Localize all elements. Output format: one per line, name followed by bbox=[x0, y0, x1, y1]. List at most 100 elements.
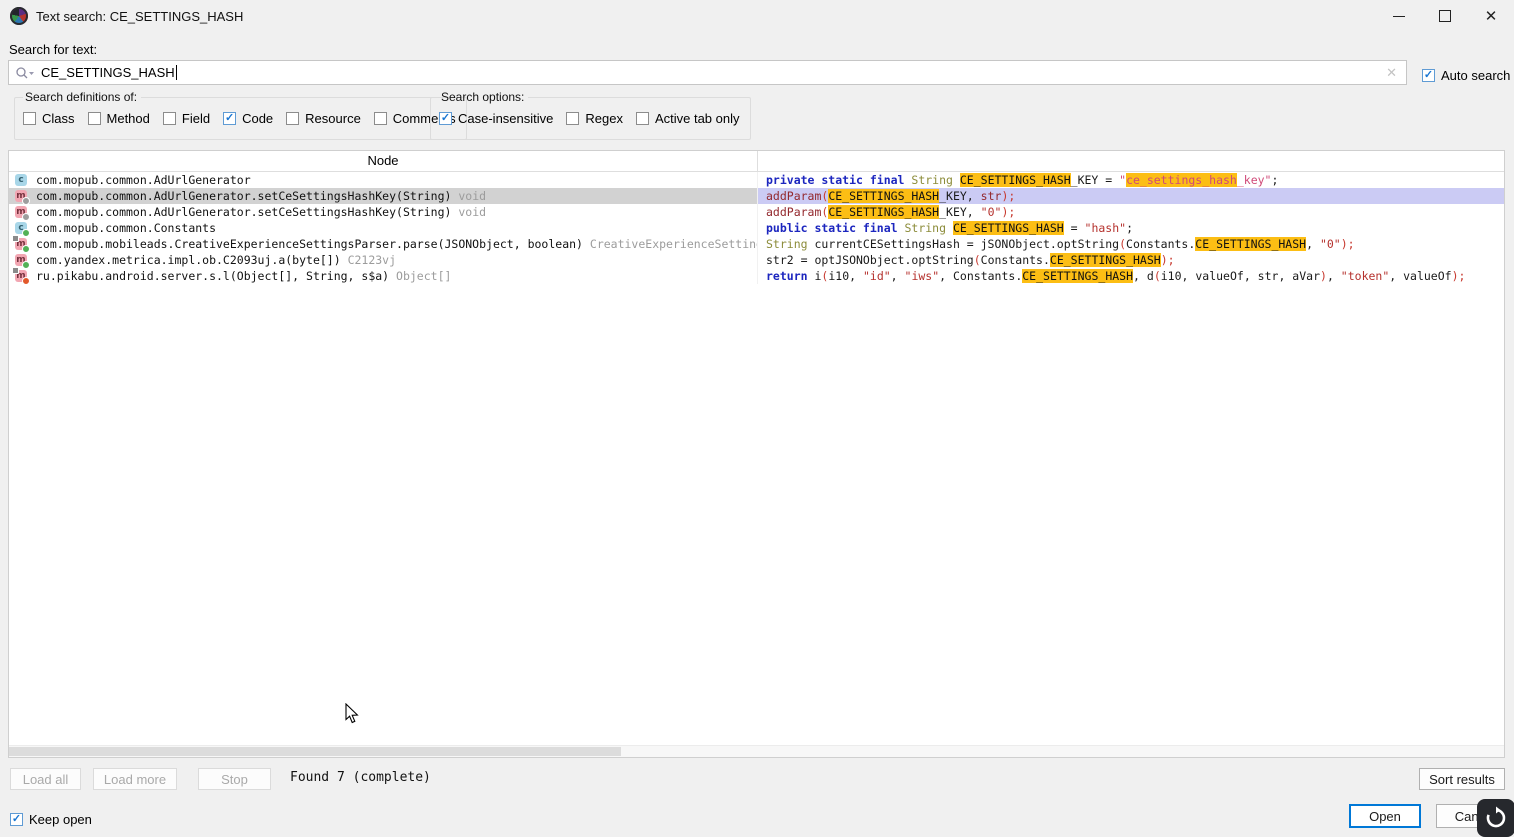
close-button[interactable]: ✕ bbox=[1468, 0, 1514, 32]
class-icon: c bbox=[15, 174, 27, 186]
code-token-pl: _KEY, bbox=[939, 189, 981, 203]
search-value: CE_SETTINGS_HASH bbox=[41, 65, 175, 80]
modifier-mark-icon bbox=[12, 268, 19, 274]
result-row[interactable]: ccom.mopub.common.Constantspublic static… bbox=[9, 220, 1504, 236]
code-token-pl: str2 = optJSONObject.optString bbox=[766, 253, 974, 267]
keep-open-checkbox-slot: ✓Keep open bbox=[10, 809, 92, 827]
checkbox-resource[interactable]: Resource bbox=[286, 111, 361, 126]
checkbox-label-method: Method bbox=[107, 111, 150, 126]
class-icon: c bbox=[15, 222, 27, 234]
code-token-meth: addParam bbox=[766, 189, 821, 203]
result-row[interactable]: mcom.mopub.mobileads.CreativeExperienceS… bbox=[9, 236, 1504, 252]
mouse-cursor bbox=[345, 703, 359, 729]
stop-button[interactable]: Stop bbox=[198, 768, 271, 790]
method-icon: m bbox=[15, 190, 27, 202]
node-cell[interactable]: mru.pikabu.android.server.s.l(Object[], … bbox=[9, 268, 758, 284]
checkbox-label-case-insensitive: Case-insensitive bbox=[458, 111, 553, 126]
code-cell[interactable]: addParam(CE_SETTINGS_HASH_KEY, str); bbox=[758, 188, 1504, 204]
code-token-meth: str bbox=[981, 189, 1002, 203]
node-cell[interactable]: mcom.mopub.common.AdUrlGenerator.setCeSe… bbox=[9, 204, 758, 220]
checkbox-active-tab-only[interactable]: Active tab only bbox=[636, 111, 740, 126]
checkbox-label-resource: Resource bbox=[305, 111, 361, 126]
checkbox-keep-open[interactable]: ✓Keep open bbox=[10, 812, 92, 827]
code-token-pl: , bbox=[1327, 269, 1341, 283]
code-token-pl: ; bbox=[1271, 173, 1278, 187]
window-title: Text search: CE_SETTINGS_HASH bbox=[36, 9, 243, 24]
sort-results-button[interactable]: Sort results bbox=[1419, 768, 1505, 790]
search-icon[interactable] bbox=[15, 66, 35, 80]
code-column-header[interactable] bbox=[758, 151, 1504, 171]
checkbox-auto-search[interactable]: ✓ Auto search bbox=[1422, 68, 1510, 83]
node-cell[interactable]: mcom.yandex.metrica.impl.ob.C2093uj.a(by… bbox=[9, 252, 758, 268]
method-icon: m bbox=[15, 206, 27, 218]
node-return-type: void bbox=[451, 189, 486, 203]
code-token-typ: String bbox=[911, 173, 959, 187]
code-token-pun: ( bbox=[974, 253, 981, 267]
node-cell[interactable]: mcom.mopub.mobileads.CreativeExperienceS… bbox=[9, 236, 758, 252]
code-token-pun: ); bbox=[1452, 269, 1466, 283]
checkbox-label-class: Class bbox=[42, 111, 75, 126]
node-cell[interactable]: ccom.mopub.common.AdUrlGenerator bbox=[9, 172, 758, 188]
code-token-pun: ); bbox=[1001, 189, 1015, 203]
code-cell[interactable]: return i(i10, "id", "iws", Constants.CE_… bbox=[758, 268, 1504, 284]
node-cell[interactable]: ccom.mopub.common.Constants bbox=[9, 220, 758, 236]
code-cell[interactable]: str2 = optJSONObject.optString(Constants… bbox=[758, 252, 1504, 268]
refresh-icon bbox=[1484, 806, 1508, 830]
node-name: com.mopub.common.AdUrlGenerator.setCeSet… bbox=[36, 189, 451, 203]
open-button[interactable]: Open bbox=[1349, 804, 1421, 828]
code-cell[interactable]: private static final String CE_SETTINGS_… bbox=[758, 172, 1504, 188]
progress-spinner bbox=[1477, 799, 1514, 837]
code-token-pun: ( bbox=[821, 189, 828, 203]
code-token-pl: = bbox=[1064, 221, 1085, 235]
modifier-mark-icon bbox=[12, 236, 19, 242]
results-table[interactable]: Node ccom.mopub.common.AdUrlGeneratorpri… bbox=[8, 150, 1505, 758]
result-row[interactable]: mru.pikabu.android.server.s.l(Object[], … bbox=[9, 268, 1504, 284]
code-token-str: "0" bbox=[981, 205, 1002, 219]
code-token-meth: addParam bbox=[766, 205, 821, 219]
checkbox-class[interactable]: Class bbox=[23, 111, 75, 126]
result-row[interactable]: mcom.mopub.common.AdUrlGenerator.setCeSe… bbox=[9, 204, 1504, 220]
code-cell[interactable]: public static final String CE_SETTINGS_H… bbox=[758, 220, 1504, 236]
code-cell[interactable]: addParam(CE_SETTINGS_HASH_KEY, "0"); bbox=[758, 204, 1504, 220]
search-definitions-group: Search definitions of: ClassMethodField✓… bbox=[14, 90, 467, 140]
horizontal-scrollbar[interactable] bbox=[9, 745, 1504, 757]
code-token-hl: CE_SETTINGS_HASH bbox=[1022, 269, 1133, 283]
checkbox-field[interactable]: Field bbox=[163, 111, 210, 126]
minimize-button[interactable] bbox=[1376, 0, 1422, 32]
horizontal-scrollbar-thumb[interactable] bbox=[9, 747, 621, 756]
search-label: Search for text: bbox=[9, 42, 97, 57]
load-more-button[interactable]: Load more bbox=[93, 768, 177, 790]
result-row[interactable]: ccom.mopub.common.AdUrlGeneratorprivate … bbox=[9, 172, 1504, 188]
node-name: ru.pikabu.android.server.s.l(Object[], S… bbox=[36, 269, 389, 283]
node-cell[interactable]: m com.mopub.common.AdUrlGenerator.setCeSe… bbox=[9, 188, 758, 204]
search-input[interactable]: CE_SETTINGS_HASH ✕ bbox=[8, 60, 1407, 85]
code-token-hl: CE_SETTINGS_HASH bbox=[828, 205, 939, 219]
results-header: Node bbox=[9, 151, 1504, 172]
checkbox-label-auto-search: Auto search bbox=[1441, 68, 1510, 83]
code-token-str: "iws" bbox=[905, 269, 940, 283]
checkbox-method[interactable]: Method bbox=[88, 111, 150, 126]
checkbox-box-case-insensitive: ✓ bbox=[439, 112, 452, 125]
checkbox-label-active-tab-only: Active tab only bbox=[655, 111, 740, 126]
code-cell[interactable]: String currentCESettingsHash = jSONObjec… bbox=[758, 236, 1504, 252]
code-token-pl: _KEY = bbox=[1071, 173, 1119, 187]
code-token-pun: ); bbox=[1341, 237, 1355, 251]
clear-search-icon[interactable]: ✕ bbox=[1386, 66, 1397, 79]
checkbox-code[interactable]: ✓Code bbox=[223, 111, 273, 126]
code-token-pstrhl: ce_settings_hash bbox=[1126, 173, 1237, 187]
text-caret bbox=[176, 65, 177, 80]
load-all-button[interactable]: Load all bbox=[10, 768, 81, 790]
code-token-pun: ( bbox=[1119, 237, 1126, 251]
code-token-kw: return bbox=[766, 269, 808, 283]
code-token-kw: private static final bbox=[766, 173, 911, 187]
checkbox-box-auto-search: ✓ bbox=[1422, 69, 1435, 82]
state-dot-icon bbox=[22, 245, 30, 252]
state-dot-icon bbox=[22, 229, 30, 236]
checkbox-regex[interactable]: Regex bbox=[566, 111, 623, 126]
result-row[interactable]: m com.mopub.common.AdUrlGenerator.setCeSe… bbox=[9, 188, 1504, 204]
code-token-pl: i10, bbox=[828, 269, 863, 283]
maximize-button[interactable] bbox=[1422, 0, 1468, 32]
result-row[interactable]: mcom.yandex.metrica.impl.ob.C2093uj.a(by… bbox=[9, 252, 1504, 268]
checkbox-case-insensitive[interactable]: ✓ Case-insensitive bbox=[439, 111, 553, 126]
node-column-header[interactable]: Node bbox=[9, 151, 758, 171]
